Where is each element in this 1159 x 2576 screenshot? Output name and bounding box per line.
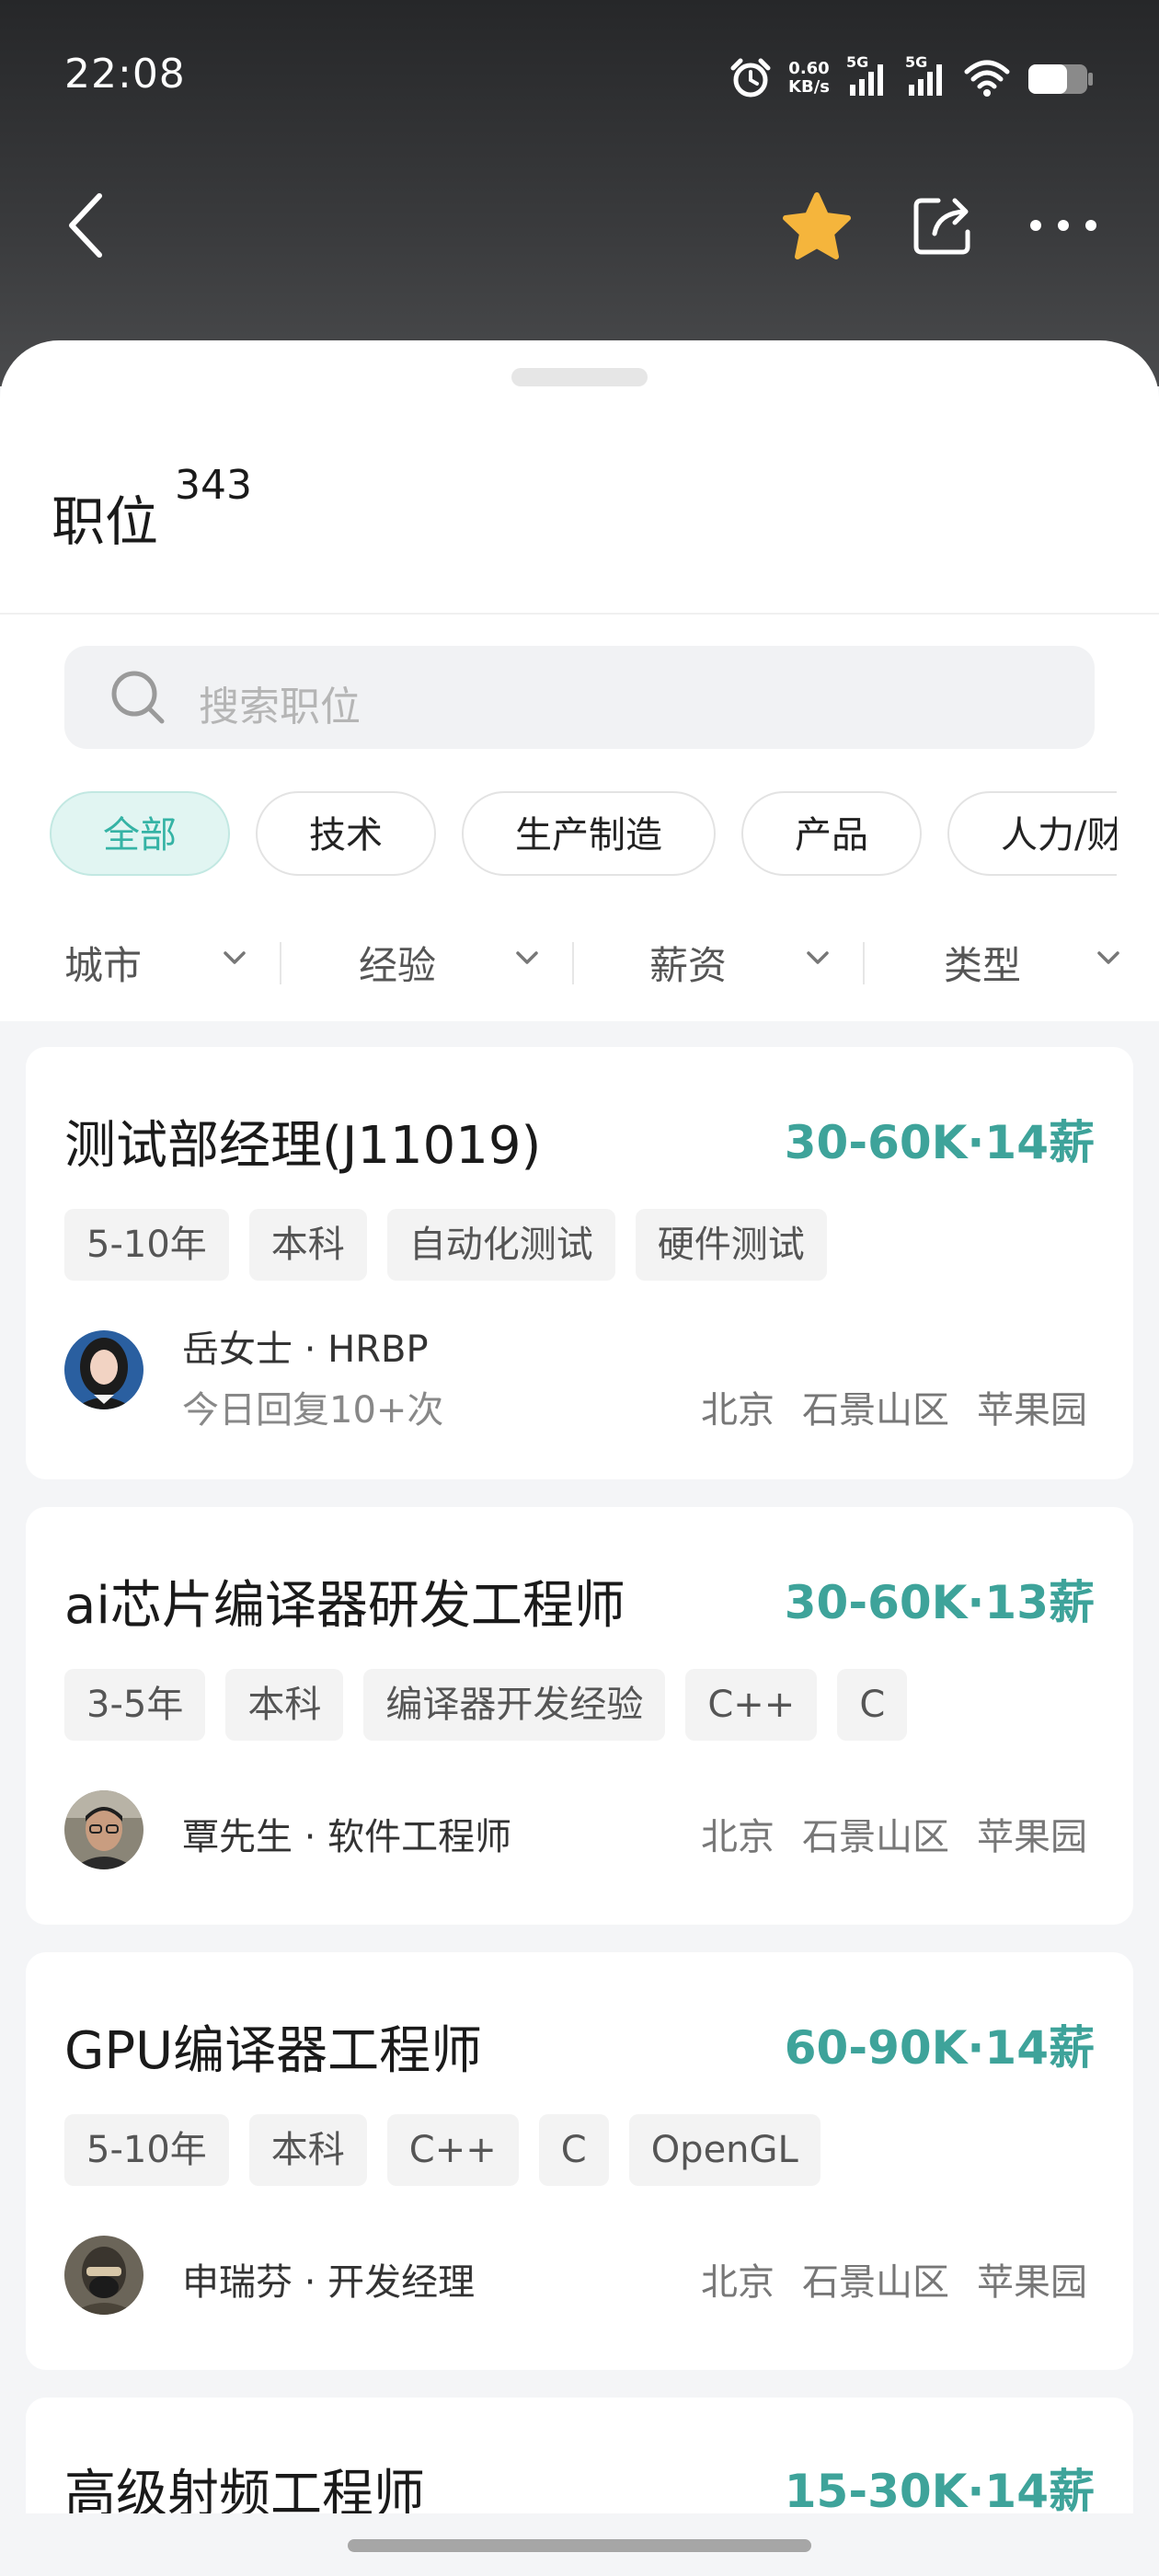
page-title: 职位 343 bbox=[52, 462, 252, 553]
recruiter-name: 申瑞芬 · 开发经理 bbox=[182, 2261, 476, 2304]
battery-icon bbox=[1028, 64, 1093, 94]
job-location: 北京 石景山区 苹果园 bbox=[701, 2261, 1087, 2304]
avatar bbox=[64, 2236, 143, 2315]
job-title: ai芯片编译器研发工程师 bbox=[64, 1576, 625, 1636]
signal-icon: 5G bbox=[846, 53, 889, 99]
job-tag: 本科 bbox=[248, 2114, 367, 2186]
job-tag: 编译器开发经验 bbox=[363, 1669, 666, 1741]
job-tag: 5-10年 bbox=[64, 2114, 229, 2186]
job-location: 北京 石景山区 苹果园 bbox=[701, 1389, 1087, 1432]
job-tags: 5-10年 本科 自动化测试 硬件测试 bbox=[64, 1209, 827, 1281]
chip-tech[interactable]: 技术 bbox=[256, 791, 436, 876]
net-speed: 0.60 KB/s bbox=[788, 59, 830, 97]
job-location: 北京 石景山区 苹果园 bbox=[701, 1816, 1087, 1858]
status-bar: 22:08 0.60 KB/s 5G 5G bbox=[0, 0, 1159, 156]
search-input[interactable]: 搜索职位 bbox=[64, 646, 1095, 749]
chevron-down-icon bbox=[224, 951, 246, 964]
job-salary: 15-30K·14薪 bbox=[784, 2465, 1095, 2518]
alarm-icon bbox=[730, 58, 771, 98]
category-chips: 全部 技术 生产制造 产品 人力/财 bbox=[50, 791, 1117, 883]
status-time: 22:08 bbox=[64, 51, 186, 98]
wifi-icon bbox=[964, 60, 1010, 97]
job-salary: 30-60K·13薪 bbox=[784, 1576, 1095, 1629]
chip-manufacturing[interactable]: 生产制造 bbox=[462, 791, 716, 876]
job-tags: 3-5年 本科 编译器开发经验 C++ C bbox=[64, 1669, 908, 1741]
job-salary: 60-90K·14薪 bbox=[784, 2021, 1095, 2075]
more-icon[interactable] bbox=[1027, 212, 1100, 239]
job-count: 343 bbox=[175, 462, 252, 509]
job-card[interactable]: GPU编译器工程师 60-90K·14薪 5-10年 本科 C++ C Open… bbox=[26, 1952, 1133, 2370]
job-tag: 自动化测试 bbox=[386, 1209, 615, 1281]
recruiter-name: 覃先生 · 软件工程师 bbox=[182, 1816, 512, 1858]
job-tag: OpenGL bbox=[628, 2114, 820, 2186]
chevron-down-icon bbox=[1097, 951, 1119, 964]
jobs-sheet: 职位 343 搜索职位 全部 技术 生产制造 产品 人力/财 城市 经验 薪资 bbox=[0, 340, 1159, 1021]
chip-all[interactable]: 全部 bbox=[50, 791, 230, 876]
filter-separator bbox=[863, 942, 865, 984]
job-tags: 5-10年 本科 C++ C OpenGL bbox=[64, 2114, 820, 2186]
job-tag: 5-10年 bbox=[64, 1209, 229, 1281]
back-icon[interactable] bbox=[64, 189, 110, 262]
status-icons: 0.60 KB/s 5G 5G bbox=[729, 51, 1095, 106]
filter-separator bbox=[572, 942, 574, 984]
avatar bbox=[64, 1790, 143, 1869]
star-icon[interactable] bbox=[780, 191, 854, 261]
job-card[interactable]: 测试部经理(J11019) 30-60K·14薪 5-10年 本科 自动化测试 … bbox=[26, 1047, 1133, 1479]
chevron-down-icon bbox=[516, 951, 538, 964]
search-placeholder: 搜索职位 bbox=[199, 684, 361, 730]
filter-experience[interactable]: 经验 bbox=[294, 911, 589, 1003]
job-tag: C++ bbox=[386, 2114, 519, 2186]
chip-hr[interactable]: 人力/财 bbox=[947, 791, 1117, 876]
job-tag: 3-5年 bbox=[64, 1669, 206, 1741]
job-tag: 本科 bbox=[225, 1669, 344, 1741]
chip-product[interactable]: 产品 bbox=[741, 791, 922, 876]
job-tag: 硬件测试 bbox=[635, 1209, 827, 1281]
filter-separator bbox=[280, 942, 281, 984]
job-tag: C++ bbox=[685, 1669, 818, 1741]
reply-rate: 今日回复10+次 bbox=[182, 1389, 444, 1432]
chevron-down-icon bbox=[807, 951, 829, 964]
job-tag: C bbox=[538, 2114, 609, 2186]
filter-bar: 城市 经验 薪资 类型 bbox=[0, 911, 1159, 1003]
job-title: GPU编译器工程师 bbox=[64, 2021, 483, 2081]
job-tag: C bbox=[837, 1669, 908, 1741]
job-salary: 30-60K·14薪 bbox=[784, 1116, 1095, 1169]
filter-type[interactable]: 类型 bbox=[883, 911, 1159, 1003]
filter-city[interactable]: 城市 bbox=[0, 911, 294, 1003]
share-icon[interactable] bbox=[911, 191, 977, 258]
job-title: 测试部经理(J11019) bbox=[64, 1116, 542, 1176]
filter-salary[interactable]: 薪资 bbox=[589, 911, 883, 1003]
job-card[interactable]: ai芯片编译器研发工程师 30-60K·13薪 3-5年 本科 编译器开发经验 … bbox=[26, 1507, 1133, 1925]
divider bbox=[0, 613, 1159, 615]
recruiter-name: 岳女士 · HRBP bbox=[182, 1328, 429, 1371]
search-icon bbox=[111, 671, 165, 724]
drag-handle[interactable] bbox=[511, 368, 648, 386]
signal-icon: 5G bbox=[905, 53, 947, 99]
job-tag: 本科 bbox=[248, 1209, 367, 1281]
home-indicator[interactable] bbox=[348, 2539, 811, 2552]
avatar bbox=[64, 1330, 143, 1409]
